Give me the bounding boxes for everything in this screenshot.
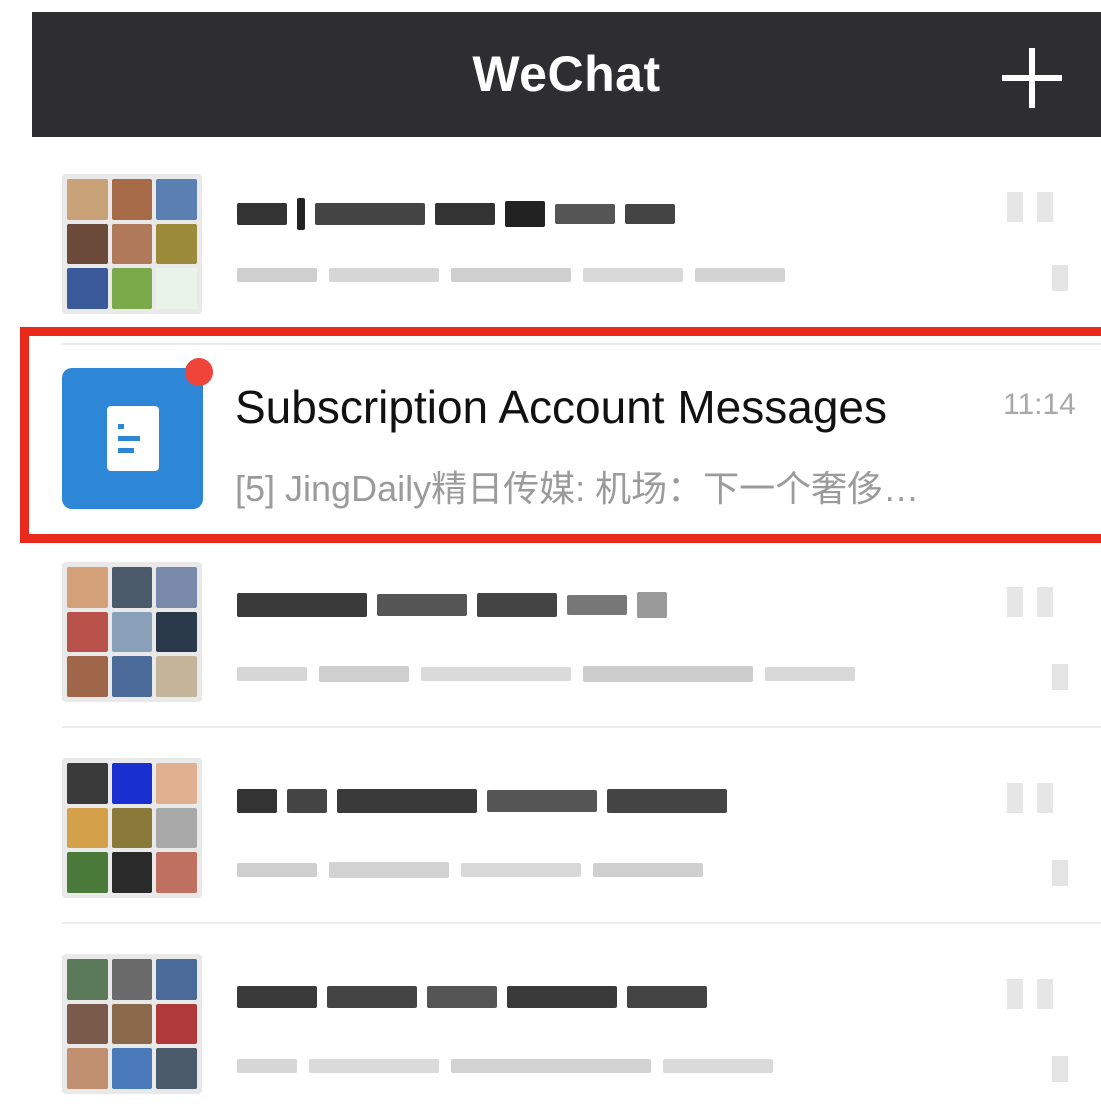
wechat-screen: WeChat Subscription Account Messages 11:… bbox=[32, 12, 1101, 1107]
avatar-tile bbox=[67, 959, 108, 1000]
avatar-tile bbox=[111, 959, 153, 1000]
chat-count-redacted bbox=[1052, 664, 1068, 690]
chat-time-redacted bbox=[1007, 979, 1067, 1009]
chat-time-redacted bbox=[1007, 783, 1067, 813]
avatar-tile bbox=[111, 1003, 153, 1045]
chat-count-redacted bbox=[1052, 1056, 1068, 1082]
unread-dot bbox=[185, 358, 213, 386]
avatar-tile bbox=[156, 268, 197, 309]
avatar-tile bbox=[67, 807, 108, 849]
chat-title-redacted bbox=[237, 982, 707, 1012]
chat-item-group-3[interactable] bbox=[32, 728, 1101, 924]
chat-title-redacted bbox=[237, 786, 727, 816]
avatar-tile bbox=[67, 852, 108, 893]
avatar-tile bbox=[156, 763, 197, 804]
chat-count-redacted bbox=[1052, 860, 1068, 886]
avatar-tile bbox=[156, 611, 197, 653]
chat-title: Subscription Account Messages bbox=[235, 381, 888, 433]
chat-preview-redacted bbox=[237, 860, 703, 880]
avatar-tile bbox=[67, 567, 108, 608]
plus-icon[interactable] bbox=[1002, 48, 1062, 108]
chat-preview: [5] JingDaily精日传媒: 机场：下一个奢侈… bbox=[235, 468, 920, 509]
avatar-tile bbox=[67, 268, 108, 309]
chat-preview-redacted bbox=[237, 1056, 773, 1076]
avatar-tile bbox=[111, 763, 153, 804]
avatar-tile bbox=[111, 179, 153, 220]
chat-preview-redacted bbox=[237, 664, 855, 684]
app-title: WeChat bbox=[472, 46, 661, 102]
avatar-tile bbox=[67, 656, 108, 697]
chat-time-redacted bbox=[1007, 192, 1067, 222]
avatar-tile bbox=[156, 959, 197, 1000]
avatar-tile bbox=[156, 1048, 197, 1089]
chat-time-redacted bbox=[1007, 587, 1067, 617]
avatar-tile bbox=[111, 611, 153, 653]
document-icon bbox=[107, 406, 159, 471]
avatar-tile bbox=[67, 611, 108, 653]
avatar-tile bbox=[67, 763, 108, 804]
chat-count-redacted bbox=[1052, 265, 1068, 291]
avatar-tile bbox=[111, 567, 153, 608]
avatar-tile bbox=[111, 656, 153, 697]
avatar-tile bbox=[156, 223, 197, 265]
chat-time: 11:14 bbox=[1003, 388, 1076, 421]
top-nav-bar: WeChat bbox=[32, 12, 1101, 137]
group-avatar bbox=[62, 562, 202, 702]
avatar-tile bbox=[111, 223, 153, 265]
plus-icon-vertical bbox=[1029, 48, 1035, 108]
avatar-tile bbox=[156, 1003, 197, 1045]
chat-item-group-1[interactable] bbox=[32, 137, 1101, 345]
chat-title-redacted bbox=[237, 590, 667, 620]
chat-item-group-4[interactable] bbox=[32, 924, 1101, 1107]
avatar-tile bbox=[67, 1003, 108, 1045]
avatar-tile bbox=[111, 807, 153, 849]
avatar-tile bbox=[67, 223, 108, 265]
chat-item-group-2[interactable] bbox=[32, 532, 1101, 728]
avatar-tile bbox=[111, 1048, 153, 1089]
avatar-tile bbox=[67, 1048, 108, 1089]
chat-title-redacted bbox=[237, 198, 675, 230]
avatar-tile bbox=[156, 807, 197, 849]
avatar-tile bbox=[67, 179, 108, 220]
subscription-avatar bbox=[62, 368, 203, 509]
avatar-tile bbox=[111, 852, 153, 893]
avatar-tile bbox=[156, 567, 197, 608]
avatar-tile bbox=[156, 656, 197, 697]
group-avatar bbox=[62, 174, 202, 314]
group-avatar bbox=[62, 954, 202, 1094]
group-avatar bbox=[62, 758, 202, 898]
avatar-tile bbox=[156, 179, 197, 220]
avatar-tile bbox=[111, 268, 153, 309]
avatar-tile bbox=[156, 852, 197, 893]
chat-preview-redacted bbox=[237, 265, 785, 285]
